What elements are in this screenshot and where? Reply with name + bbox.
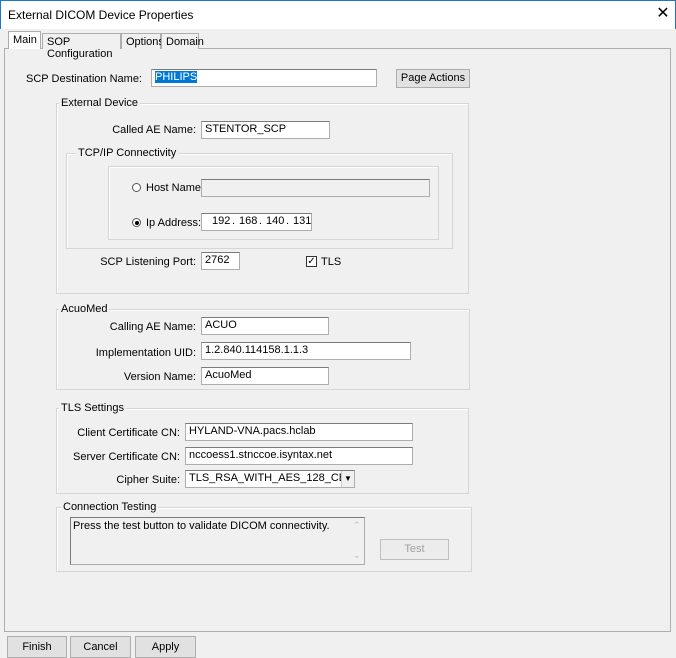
calling-ae-label: Calling AE Name:: [109, 321, 196, 333]
ip-address-label: Ip Address:: [146, 217, 202, 229]
connection-message-area[interactable]: Press the test button to validate DICOM …: [70, 517, 365, 565]
client-cert-input[interactable]: HYLAND-VNA.pacs.hclab: [185, 423, 413, 441]
scroll-up-icon[interactable]: ⌃: [353, 520, 361, 531]
impl-uid-input[interactable]: 1.2.840.114158.1.1.3: [201, 342, 411, 360]
version-name-input[interactable]: AcuoMed: [201, 367, 329, 385]
scp-destination-value: PHILIPS: [155, 71, 198, 83]
tls-checkbox[interactable]: ✓: [306, 256, 317, 267]
ip-octet-3[interactable]: 140: [266, 215, 284, 227]
impl-uid-label: Implementation UID:: [95, 347, 196, 359]
host-name-input[interactable]: [201, 179, 430, 197]
apply-button[interactable]: Apply: [135, 636, 196, 658]
scroll-down-icon[interactable]: ⌄: [353, 550, 361, 561]
test-button[interactable]: Test: [380, 539, 449, 560]
tab-options[interactable]: Options: [121, 33, 164, 49]
client-cert-label: Client Certificate CN:: [77, 427, 180, 439]
close-icon[interactable]: ✕: [655, 3, 671, 23]
scp-destination-label: SCP Destination Name:: [26, 73, 142, 85]
tab-domain[interactable]: Domain: [161, 33, 204, 49]
host-name-radio[interactable]: [132, 183, 141, 192]
tls-label: TLS: [321, 256, 342, 268]
external-device-title: External Device: [59, 97, 141, 109]
connection-testing-title: Connection Testing: [61, 501, 159, 513]
page-actions-button[interactable]: Page Actions: [396, 69, 470, 88]
server-cert-label: Server Certificate CN:: [73, 451, 180, 463]
connection-message: Press the test button to validate DICOM …: [73, 520, 330, 532]
called-ae-input[interactable]: STENTOR_SCP: [201, 121, 330, 139]
ip-octet-4[interactable]: 131: [293, 215, 311, 227]
acuomed-title: AcuoMed: [59, 303, 110, 315]
scp-destination-input[interactable]: PHILIPS: [151, 69, 377, 87]
window-title: External DICOM Device Properties: [8, 8, 194, 22]
version-name-label: Version Name:: [123, 371, 196, 383]
calling-ae-input[interactable]: ACUO: [201, 317, 329, 335]
scp-port-input[interactable]: 2762: [201, 252, 240, 270]
host-name-label: Host Name:: [146, 182, 205, 194]
tcpip-title: TCP/IP Connectivity: [76, 147, 179, 159]
ip-octet-2[interactable]: 168: [239, 215, 257, 227]
cancel-button[interactable]: Cancel: [70, 636, 131, 658]
ip-address-input[interactable]: 192 . 168 . 140 . 131: [201, 213, 312, 231]
cipher-suite-value: TLS_RSA_WITH_AES_128_CBC_SHA: [189, 472, 354, 484]
ip-octet-1[interactable]: 192: [212, 215, 230, 227]
chevron-down-icon[interactable]: ▼: [341, 471, 354, 487]
called-ae-label: Called AE Name:: [112, 124, 196, 136]
cipher-suite-select[interactable]: TLS_RSA_WITH_AES_128_CBC_SHA: [185, 470, 355, 488]
tab-main[interactable]: Main: [8, 31, 41, 49]
scp-port-label: SCP Listening Port:: [100, 256, 196, 268]
ip-address-radio[interactable]: [132, 218, 141, 227]
tab-sop-configuration[interactable]: SOP Configuration: [42, 33, 121, 60]
finish-button[interactable]: Finish: [7, 636, 67, 658]
cipher-suite-label: Cipher Suite:: [116, 474, 180, 486]
tls-settings-title: TLS Settings: [59, 402, 126, 414]
server-cert-input[interactable]: nccoess1.stnccoe.isyntax.net: [185, 447, 413, 465]
